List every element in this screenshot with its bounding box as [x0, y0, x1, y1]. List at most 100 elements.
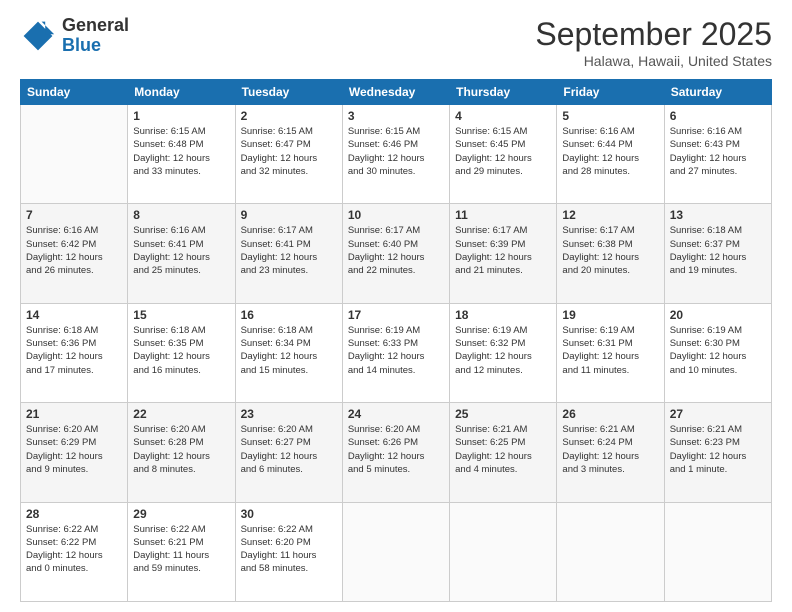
calendar-cell [21, 105, 128, 204]
calendar-table: Sunday Monday Tuesday Wednesday Thursday… [20, 79, 772, 602]
logo-text: General Blue [62, 16, 129, 56]
day-number: 25 [455, 407, 551, 421]
calendar-cell: 19Sunrise: 6:19 AM Sunset: 6:31 PM Dayli… [557, 303, 664, 402]
day-number: 22 [133, 407, 229, 421]
day-info: Sunrise: 6:15 AM Sunset: 6:47 PM Dayligh… [241, 125, 337, 178]
col-monday: Monday [128, 80, 235, 105]
day-number: 8 [133, 208, 229, 222]
day-info: Sunrise: 6:18 AM Sunset: 6:34 PM Dayligh… [241, 324, 337, 377]
calendar-cell: 11 Sunrise: 6:17 AM Sunset: 6:39 PM Dayli… [450, 204, 557, 303]
day-info: Sunrise: 6:18 AM Sunset: 6:36 PM Dayligh… [26, 324, 122, 377]
day-number: 13 [670, 208, 766, 222]
day-number: 30 [241, 507, 337, 521]
calendar-cell: 1 Sunrise: 6:15 AM Sunset: 6:48 PM Daylig… [128, 105, 235, 204]
day-info: Sunrise: 6:20 AM Sunset: 6:29 PM Dayligh… [26, 423, 122, 476]
col-tuesday: Tuesday [235, 80, 342, 105]
calendar-cell: 8 Sunrise: 6:16 AM Sunset: 6:41 PM Daylig… [128, 204, 235, 303]
day-number: 23 [241, 407, 337, 421]
day-info: Sunrise: 6:16 AM Sunset: 6:43 PM Dayligh… [670, 125, 766, 178]
day-number: 3 [348, 109, 444, 123]
day-info: Sunrise: 6:19 AM Sunset: 6:32 PM Dayligh… [455, 324, 551, 377]
calendar-cell [342, 502, 449, 601]
week-row: 1 Sunrise: 6:15 AM Sunset: 6:48 PM Daylig… [21, 105, 772, 204]
day-info: Sunrise: 6:20 AM Sunset: 6:27 PM Dayligh… [241, 423, 337, 476]
day-number: 15 [133, 308, 229, 322]
calendar-cell [450, 502, 557, 601]
day-number: 10 [348, 208, 444, 222]
day-number: 14 [26, 308, 122, 322]
day-info: Sunrise: 6:22 AM Sunset: 6:20 PM Dayligh… [241, 523, 337, 576]
calendar-cell: 7Sunrise: 6:16 AM Sunset: 6:42 PM Daylig… [21, 204, 128, 303]
calendar-cell: 14 Sunrise: 6:18 AM Sunset: 6:36 PM Dayli… [21, 303, 128, 402]
calendar-cell: 20 Sunrise: 6:19 AM Sunset: 6:30 PM Dayli… [664, 303, 771, 402]
calendar-cell: 26 Sunrise: 6:21 AM Sunset: 6:24 PM Dayli… [557, 403, 664, 502]
day-info: Sunrise: 6:19 AM Sunset: 6:33 PM Dayligh… [348, 324, 444, 377]
day-info: Sunrise: 6:21 AM Sunset: 6:24 PM Dayligh… [562, 423, 658, 476]
day-number: 20 [670, 308, 766, 322]
day-number: 29 [133, 507, 229, 521]
day-info: Sunrise: 6:16 AM Sunset: 6:44 PM Dayligh… [562, 125, 658, 178]
day-number: 17 [348, 308, 444, 322]
day-info: Sunrise: 6:15 AM Sunset: 6:48 PM Dayligh… [133, 125, 229, 178]
day-number: 26 [562, 407, 658, 421]
day-info: Sunrise: 6:22 AM Sunset: 6:21 PM Dayligh… [133, 523, 229, 576]
day-number: 27 [670, 407, 766, 421]
calendar-cell: 6 Sunrise: 6:16 AM Sunset: 6:43 PM Daylig… [664, 105, 771, 204]
page: General Blue September 2025 Halawa, Hawa… [0, 0, 792, 612]
day-info: Sunrise: 6:22 AM Sunset: 6:22 PM Dayligh… [26, 523, 122, 576]
day-number: 1 [133, 109, 229, 123]
day-info: Sunrise: 6:16 AM Sunset: 6:41 PM Dayligh… [133, 224, 229, 277]
day-number: 19 [562, 308, 658, 322]
day-info: Sunrise: 6:17 AM Sunset: 6:39 PM Dayligh… [455, 224, 551, 277]
col-saturday: Saturday [664, 80, 771, 105]
calendar-cell: 3Sunrise: 6:15 AM Sunset: 6:46 PM Daylig… [342, 105, 449, 204]
day-number: 16 [241, 308, 337, 322]
calendar-cell [664, 502, 771, 601]
calendar-cell: 4 Sunrise: 6:15 AM Sunset: 6:45 PM Daylig… [450, 105, 557, 204]
week-row: 28Sunrise: 6:22 AM Sunset: 6:22 PM Dayli… [21, 502, 772, 601]
calendar-subtitle: Halawa, Hawaii, United States [535, 53, 772, 69]
calendar-cell: 5 Sunrise: 6:16 AM Sunset: 6:44 PM Daylig… [557, 105, 664, 204]
week-row: 14 Sunrise: 6:18 AM Sunset: 6:36 PM Dayli… [21, 303, 772, 402]
calendar-cell: 12Sunrise: 6:17 AM Sunset: 6:38 PM Dayli… [557, 204, 664, 303]
day-number: 4 [455, 109, 551, 123]
col-friday: Friday [557, 80, 664, 105]
calendar-cell: 30 Sunrise: 6:22 AM Sunset: 6:20 PM Dayli… [235, 502, 342, 601]
day-info: Sunrise: 6:19 AM Sunset: 6:30 PM Dayligh… [670, 324, 766, 377]
logo-blue: Blue [62, 35, 101, 55]
day-number: 9 [241, 208, 337, 222]
day-number: 24 [348, 407, 444, 421]
day-info: Sunrise: 6:15 AM Sunset: 6:45 PM Dayligh… [455, 125, 551, 178]
day-info: Sunrise: 6:21 AM Sunset: 6:23 PM Dayligh… [670, 423, 766, 476]
header: General Blue September 2025 Halawa, Hawa… [20, 16, 772, 69]
calendar-cell: 27 Sunrise: 6:21 AM Sunset: 6:23 PM Dayli… [664, 403, 771, 502]
day-info: Sunrise: 6:20 AM Sunset: 6:28 PM Dayligh… [133, 423, 229, 476]
day-number: 11 [455, 208, 551, 222]
day-info: Sunrise: 6:16 AM Sunset: 6:42 PM Dayligh… [26, 224, 122, 277]
calendar-cell: 13 Sunrise: 6:18 AM Sunset: 6:37 PM Dayli… [664, 204, 771, 303]
day-number: 5 [562, 109, 658, 123]
logo: General Blue [20, 16, 129, 56]
week-row: 21 Sunrise: 6:20 AM Sunset: 6:29 PM Dayli… [21, 403, 772, 502]
col-thursday: Thursday [450, 80, 557, 105]
day-info: Sunrise: 6:21 AM Sunset: 6:25 PM Dayligh… [455, 423, 551, 476]
calendar-cell: 21 Sunrise: 6:20 AM Sunset: 6:29 PM Dayli… [21, 403, 128, 502]
day-info: Sunrise: 6:17 AM Sunset: 6:40 PM Dayligh… [348, 224, 444, 277]
calendar-cell: 2Sunrise: 6:15 AM Sunset: 6:47 PM Daylig… [235, 105, 342, 204]
day-info: Sunrise: 6:20 AM Sunset: 6:26 PM Dayligh… [348, 423, 444, 476]
col-sunday: Sunday [21, 80, 128, 105]
calendar-cell: 24 Sunrise: 6:20 AM Sunset: 6:26 PM Dayli… [342, 403, 449, 502]
day-number: 6 [670, 109, 766, 123]
day-number: 18 [455, 308, 551, 322]
day-number: 12 [562, 208, 658, 222]
calendar-cell: 15Sunrise: 6:18 AM Sunset: 6:35 PM Dayli… [128, 303, 235, 402]
calendar-cell: 17 Sunrise: 6:19 AM Sunset: 6:33 PM Dayli… [342, 303, 449, 402]
col-wednesday: Wednesday [342, 80, 449, 105]
calendar-cell: 22 Sunrise: 6:20 AM Sunset: 6:28 PM Dayli… [128, 403, 235, 502]
day-number: 21 [26, 407, 122, 421]
calendar-cell: 9Sunrise: 6:17 AM Sunset: 6:41 PM Daylig… [235, 204, 342, 303]
logo-icon [20, 18, 56, 54]
calendar-cell: 25 Sunrise: 6:21 AM Sunset: 6:25 PM Dayli… [450, 403, 557, 502]
day-info: Sunrise: 6:18 AM Sunset: 6:37 PM Dayligh… [670, 224, 766, 277]
title-block: September 2025 Halawa, Hawaii, United St… [535, 16, 772, 69]
